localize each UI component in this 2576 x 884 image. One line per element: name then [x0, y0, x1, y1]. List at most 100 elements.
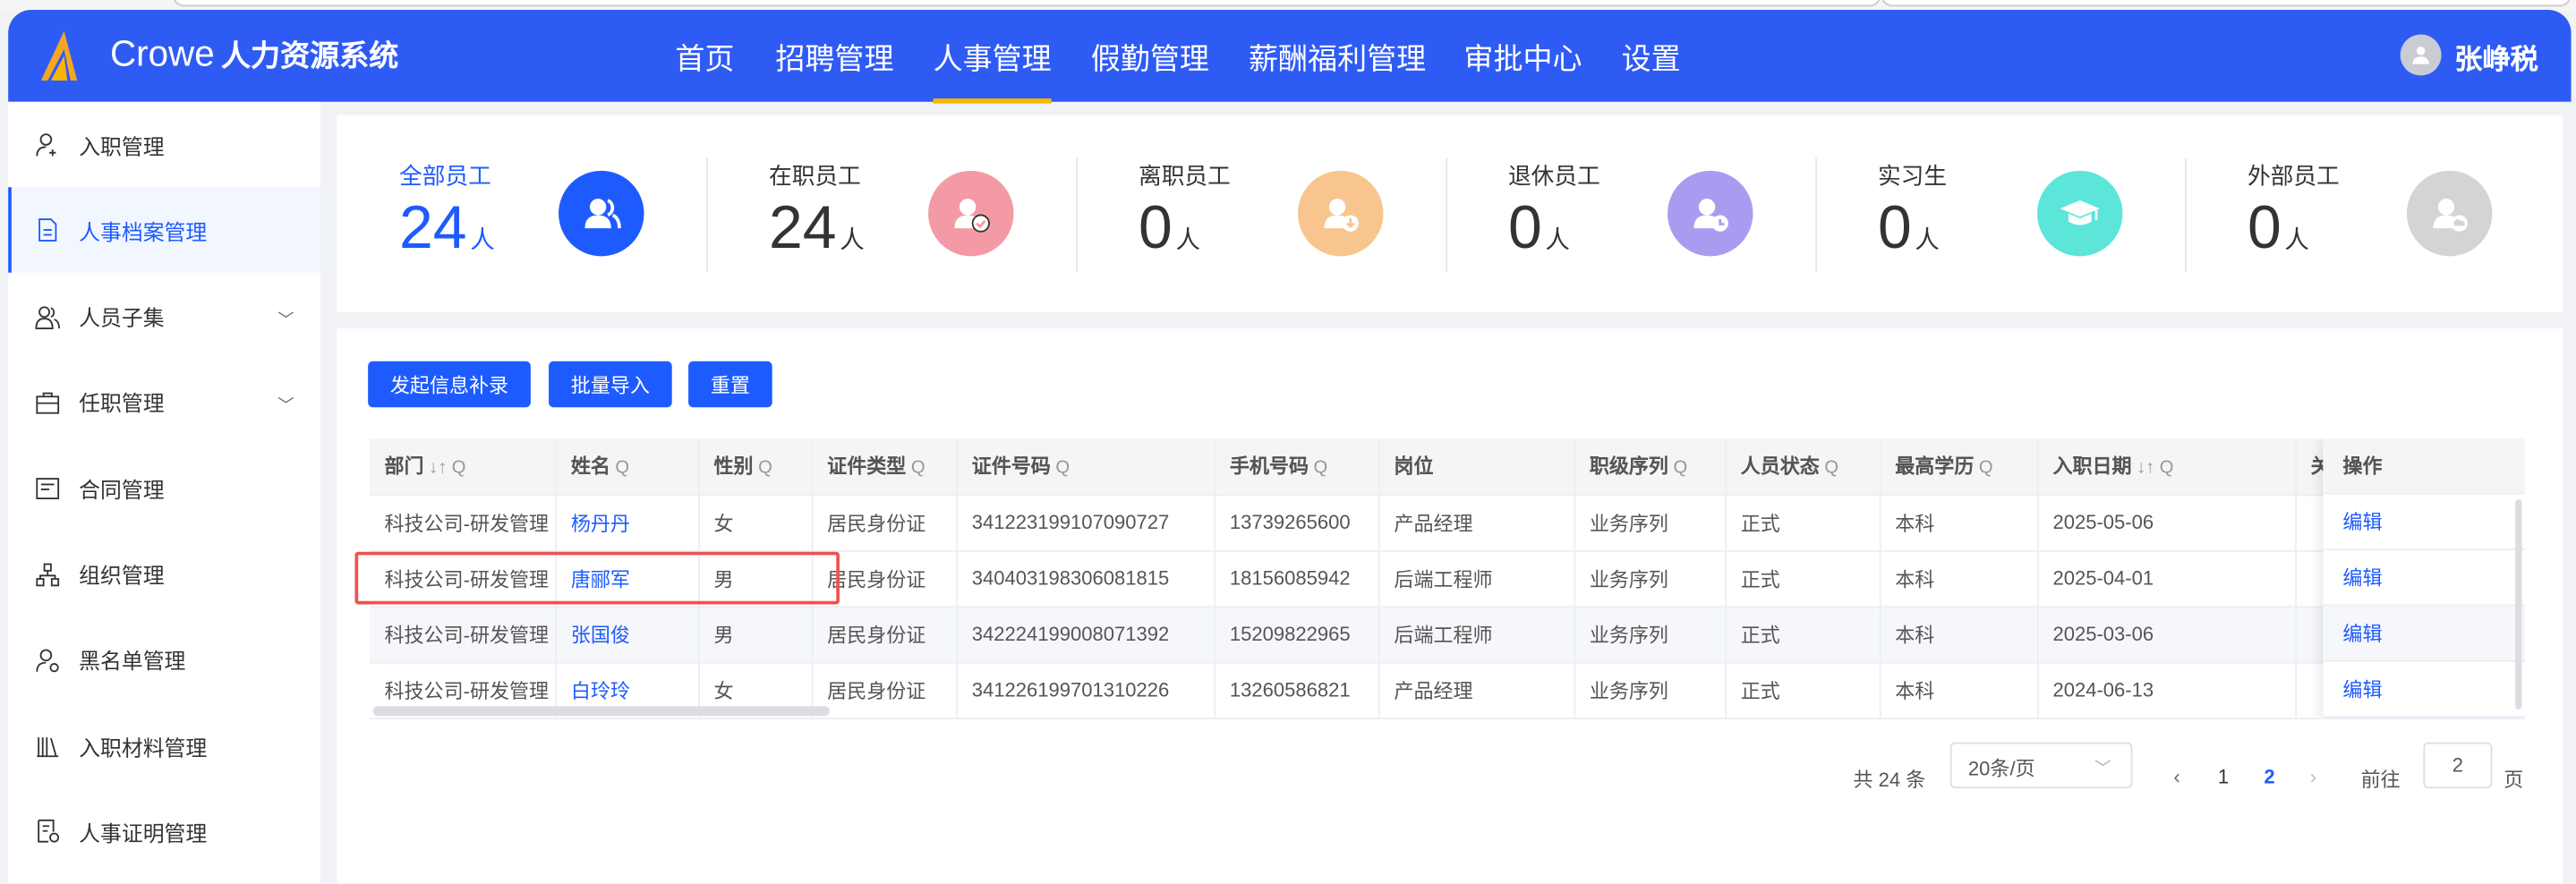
action-cell: 编辑: [2323, 662, 2526, 718]
search-icon[interactable]: Q: [911, 459, 925, 479]
users-icon: [35, 305, 60, 329]
nav-item[interactable]: 假勤管理: [1091, 36, 1209, 79]
column-header[interactable]: 性别 Q: [698, 438, 813, 496]
vertical-scrollbar[interactable]: [2515, 498, 2522, 710]
search-icon[interactable]: Q: [1979, 459, 1993, 479]
sidebar-item[interactable]: 任职管理 ﹀: [8, 360, 320, 445]
next-page-icon[interactable]: ›: [2310, 765, 2316, 788]
employee-name-link[interactable]: 张国俊: [571, 624, 630, 647]
divider: [1446, 157, 1448, 273]
sidebar-item[interactable]: 组织管理: [8, 531, 320, 616]
column-header[interactable]: 职级序列 Q: [1574, 438, 1727, 496]
table-cell: 13260586821: [1214, 661, 1379, 718]
stat-label: 退休员工: [1507, 162, 1600, 190]
divider: [1815, 157, 1818, 273]
table-cell: 本科: [1879, 606, 2038, 663]
horizontal-scrollbar[interactable]: [372, 706, 830, 717]
nav-item[interactable]: 薪酬福利管理: [1249, 36, 1426, 79]
goto-page-input[interactable]: [2423, 742, 2493, 789]
supplement-info-button[interactable]: 发起信息补录: [368, 361, 531, 408]
edit-link[interactable]: 编辑: [2342, 675, 2382, 702]
reset-button[interactable]: 重置: [688, 361, 772, 408]
briefcase-icon: [36, 392, 60, 414]
nav-item[interactable]: 审批中心: [1463, 36, 1582, 79]
employee-name-link[interactable]: 白玲玲: [571, 679, 630, 702]
sidebar-item[interactable]: 人事档案管理: [8, 187, 320, 274]
page-size-select[interactable]: 20条/页 ﹀: [1949, 742, 2133, 789]
all-employees-icon: [559, 170, 644, 257]
column-header[interactable]: 岗位: [1378, 438, 1575, 496]
column-header[interactable]: 手机号码 Q: [1214, 438, 1379, 496]
search-icon[interactable]: Q: [1055, 459, 1070, 479]
column-header[interactable]: 人员状态 Q: [1725, 438, 1881, 496]
column-header[interactable]: 部门 ↓↑ Q: [369, 438, 557, 496]
column-header[interactable]: 证件类型 Q: [811, 438, 958, 496]
sidebar-item[interactable]: 合同管理: [8, 446, 320, 531]
nav-item[interactable]: 招聘管理: [775, 36, 893, 79]
search-icon[interactable]: Q: [1314, 459, 1328, 479]
action-cell: 编辑: [2323, 550, 2526, 607]
table-row[interactable]: 科技公司-研发管理 杨丹丹 女居民身份证 341223199107090727 1373…: [369, 494, 2395, 551]
stat-card[interactable]: 外部员工 0 人: [2185, 115, 2555, 311]
table-cell: 业务序列: [1574, 549, 1727, 608]
table-cell: 张国俊: [555, 606, 700, 663]
stat-card[interactable]: 实习生 0 人: [1815, 115, 2185, 311]
action-header: 操作: [2323, 438, 2526, 495]
search-icon[interactable]: Q: [1673, 459, 1687, 479]
stat-number: 0: [1507, 193, 1542, 261]
action-cell: 编辑: [2323, 494, 2526, 550]
sidebar-item[interactable]: 黑名单管理: [8, 617, 320, 702]
column-header[interactable]: 证件号码 Q: [956, 438, 1215, 496]
user-name[interactable]: 张峥税: [2454, 36, 2538, 77]
sort-icon[interactable]: ↓↑: [429, 459, 447, 479]
nav-item[interactable]: 设置: [1622, 36, 1681, 79]
column-header[interactable]: 姓名 Q: [555, 438, 700, 496]
stat-card[interactable]: 在职员工 24 人: [706, 115, 1076, 311]
divider: [706, 157, 709, 273]
edit-link[interactable]: 编辑: [2342, 564, 2382, 591]
nav-item[interactable]: 首页: [675, 36, 734, 79]
stat-value: 0人: [1508, 194, 1570, 263]
employee-name-link[interactable]: 杨丹丹: [571, 512, 630, 535]
search-icon[interactable]: Q: [2160, 459, 2174, 479]
page-1[interactable]: 1: [2218, 765, 2229, 788]
active-employees-icon: [928, 170, 1014, 257]
column-title: 人员状态: [1740, 455, 1820, 479]
search-icon[interactable]: Q: [615, 459, 629, 479]
user-avatar[interactable]: [2400, 34, 2442, 76]
sidebar-item[interactable]: 人事证明管理: [8, 789, 320, 874]
nav-item[interactable]: 人事管理: [933, 36, 1052, 104]
stat-unit: 人: [1915, 226, 1940, 255]
sort-icon[interactable]: ↓↑: [2137, 459, 2154, 479]
batch-import-button[interactable]: 批量导入: [549, 361, 672, 408]
table-cell: 产品经理: [1378, 661, 1575, 718]
page-2[interactable]: 2: [2264, 765, 2274, 788]
table-cell: 女: [698, 494, 813, 551]
table-cell: 342224199008071392: [956, 606, 1215, 663]
stat-card[interactable]: 全部员工 24 人: [337, 115, 706, 311]
chevron-down-icon[interactable]: ﹀: [277, 305, 294, 329]
employee-table-card: 发起信息补录 批量导入 重置 部门 ↓↑ Q 姓名 Q 性别 Q 证件类型 Q 证件号码 Q 手机号码…: [337, 328, 2563, 884]
sidebar-item-label: 组织管理: [79, 563, 165, 589]
chevron-down-icon[interactable]: ﹀: [277, 391, 294, 415]
stat-number: 0: [2247, 193, 2282, 261]
edit-link[interactable]: 编辑: [2342, 507, 2382, 535]
stat-card[interactable]: 离职员工 0 人: [1076, 115, 1446, 311]
table-row[interactable]: 科技公司-研发管理 张国俊 男居民身份证 342224199008071392 1520…: [369, 606, 2395, 663]
document-icon: [38, 218, 57, 242]
table-cell: 正式: [1725, 661, 1881, 718]
search-icon[interactable]: Q: [452, 459, 466, 479]
column-header[interactable]: 入职日期 ↓↑ Q: [2037, 438, 2297, 496]
stat-card[interactable]: 退休员工 0 人: [1446, 115, 1815, 311]
sidebar-item[interactable]: 人员子集 ﹀: [8, 274, 320, 359]
sidebar-item[interactable]: 入职管理: [8, 102, 320, 187]
sidebar-item[interactable]: 入职材料管理: [8, 703, 320, 788]
search-icon[interactable]: Q: [1824, 459, 1838, 479]
search-icon[interactable]: Q: [758, 459, 772, 479]
column-header[interactable]: 最高学历 Q: [1879, 438, 2038, 496]
column-title: 证件类型: [827, 455, 907, 479]
table-cell: 居民身份证: [811, 661, 958, 718]
prev-page-icon[interactable]: ‹: [2173, 765, 2179, 788]
stat-number: 0: [1877, 193, 1912, 261]
edit-link[interactable]: 编辑: [2342, 619, 2382, 647]
